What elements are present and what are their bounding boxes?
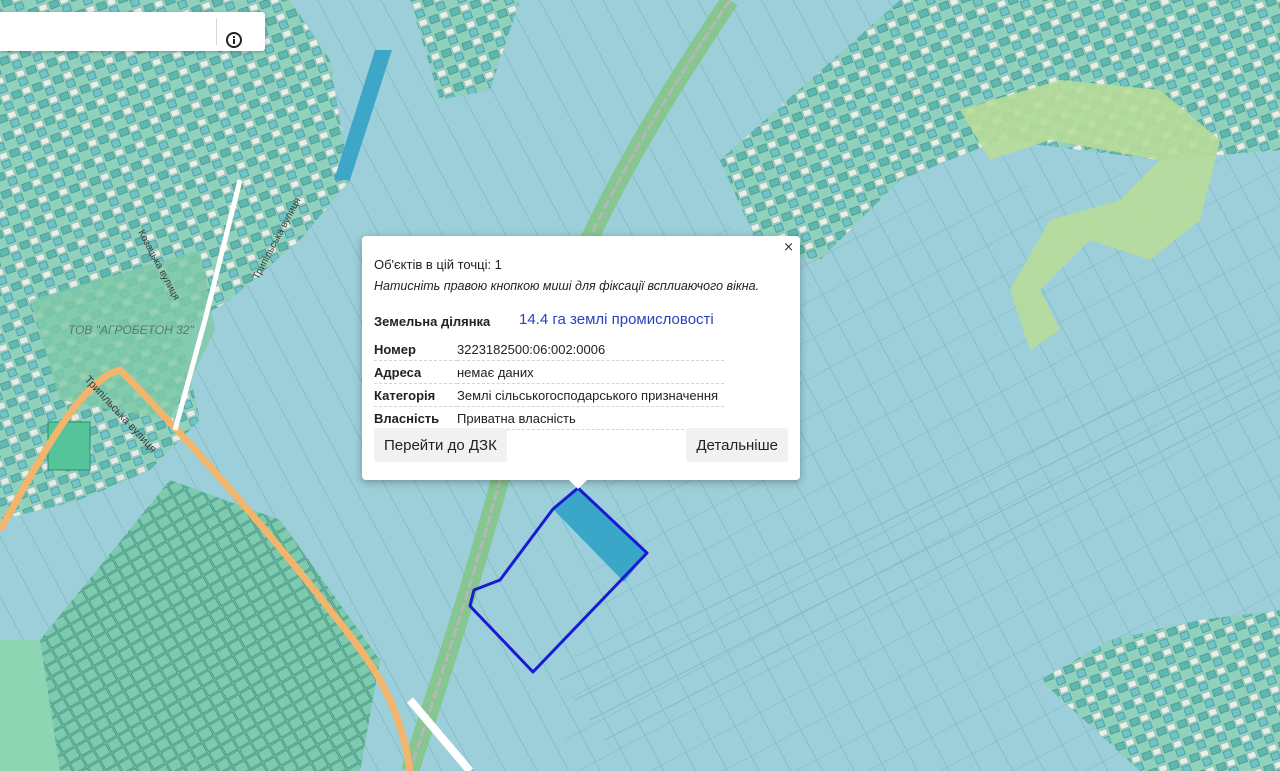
- attr-row-ownership: Власність Приватна власність: [374, 406, 724, 430]
- attr-row-category: Категорія Землі сільськогосподарського п…: [374, 383, 724, 407]
- attr-row-address: Адреса немає даних: [374, 360, 724, 384]
- objects-count-text: Об'єктів в цій точці: 1: [374, 257, 502, 272]
- attr-key: Власність: [374, 406, 457, 430]
- attr-key: Номер: [374, 338, 457, 361]
- info-icon[interactable]: [226, 32, 242, 48]
- search-input[interactable]: [0, 12, 214, 51]
- company-label: ТОВ "АГРОБЕТОН 32": [68, 323, 194, 337]
- goto-dzk-button[interactable]: Перейти до ДЗК: [374, 428, 507, 462]
- close-icon[interactable]: ×: [783, 240, 794, 255]
- attr-value: 3223182500:06:002:0006: [457, 338, 724, 361]
- attr-key: Адреса: [374, 360, 457, 384]
- popup-pointer: [568, 479, 588, 489]
- attr-value: Землі сільськогосподарського призначення: [457, 383, 724, 407]
- parcel-type-label: Земельна ділянка: [374, 314, 491, 329]
- parcel-attributes-table: Номер 3223182500:06:002:0006 Адреса нема…: [374, 338, 724, 430]
- attr-value: Приватна власність: [457, 406, 724, 430]
- parcel-area-value: 14.4 га землі промисловості: [519, 311, 714, 328]
- details-button[interactable]: Детальніше: [686, 428, 788, 462]
- sports-field: [47, 421, 91, 471]
- search-bar: [0, 12, 265, 51]
- attr-row-number: Номер 3223182500:06:002:0006: [374, 338, 724, 361]
- popup-hint-text: Натисніть правою кнопкою миші для фіксац…: [374, 279, 760, 293]
- parcel-info-popup: × Об'єктів в цій точці: 1 Натисніть прав…: [362, 236, 800, 489]
- search-separator: [216, 18, 217, 45]
- attr-value: немає даних: [457, 360, 724, 384]
- parcel-title-row: Земельна ділянка 14.4 га землі промислов…: [374, 311, 714, 329]
- attr-key: Категорія: [374, 383, 457, 407]
